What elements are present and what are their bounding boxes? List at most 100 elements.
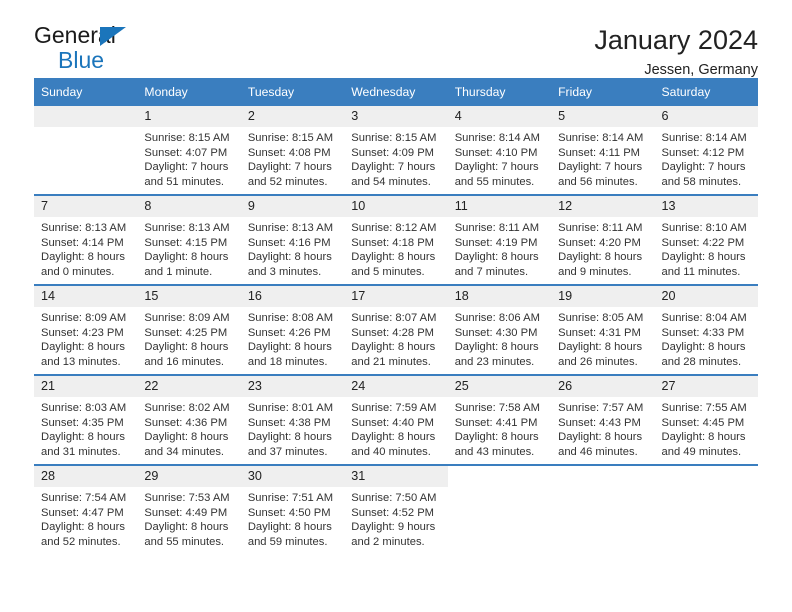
day-number: 5 — [551, 106, 655, 127]
daylight-text-line1: Daylight: 8 hours — [661, 251, 746, 264]
sunset-text: Sunset: 4:50 PM — [247, 506, 331, 519]
daylight-text-line1: Daylight: 8 hours — [454, 251, 539, 264]
day-cell[interactable]: 4 Sunrise: 8:14 AM Sunset: 4:10 PM Dayli… — [447, 106, 552, 195]
day-cell[interactable]: 19 Sunrise: 8:05 AM Sunset: 4:31 PM Dayl… — [551, 284, 655, 375]
day-details: Sunrise: 7:55 AM Sunset: 4:45 PM Dayligh… — [655, 397, 758, 459]
daylight-text-line2: and 16 minutes. — [144, 355, 225, 368]
day-number: 22 — [137, 376, 241, 397]
day-cell[interactable]: 6 Sunrise: 8:14 AM Sunset: 4:12 PM Dayli… — [654, 106, 758, 195]
day-details: Sunrise: 8:10 AM Sunset: 4:22 PM Dayligh… — [655, 217, 758, 279]
day-number: 26 — [551, 376, 655, 397]
daylight-text-line2: and 37 minutes. — [247, 445, 328, 458]
day-number: 11 — [447, 196, 552, 217]
day-number: 15 — [137, 286, 241, 307]
day-number: 24 — [344, 376, 448, 397]
day-cell[interactable]: 24 Sunrise: 7:59 AM Sunset: 4:40 PM Dayl… — [344, 374, 448, 465]
day-details: Sunrise: 8:08 AM Sunset: 4:26 PM Dayligh… — [241, 307, 344, 369]
daylight-text-line1: Daylight: 8 hours — [351, 341, 436, 354]
logo-triangle-icon — [100, 27, 126, 46]
sunrise-text: Sunrise: 8:02 AM — [144, 402, 230, 414]
sunrise-text: Sunrise: 8:11 AM — [558, 222, 643, 234]
daylight-text-line1: Daylight: 8 hours — [558, 251, 643, 264]
day-cell[interactable]: 3 Sunrise: 8:15 AM Sunset: 4:09 PM Dayli… — [344, 106, 448, 195]
daylight-text-line1: Daylight: 8 hours — [558, 431, 643, 444]
day-cell[interactable]: 23 Sunrise: 8:01 AM Sunset: 4:38 PM Dayl… — [240, 374, 345, 465]
sunrise-text: Sunrise: 7:55 AM — [661, 402, 747, 414]
daylight-text-line1: Daylight: 7 hours — [247, 161, 332, 174]
day-details: Sunrise: 8:01 AM Sunset: 4:38 PM Dayligh… — [241, 397, 344, 459]
day-details: Sunrise: 8:02 AM Sunset: 4:36 PM Dayligh… — [137, 397, 240, 459]
calendar-week-row: 1 Sunrise: 8:15 AM Sunset: 4:07 PM Dayli… — [34, 106, 758, 195]
day-cell[interactable]: 28 Sunrise: 7:54 AM Sunset: 4:47 PM Dayl… — [34, 464, 138, 554]
day-cell[interactable]: 20 Sunrise: 8:04 AM Sunset: 4:33 PM Dayl… — [654, 284, 758, 375]
day-cell[interactable]: 10 Sunrise: 8:12 AM Sunset: 4:18 PM Dayl… — [344, 194, 448, 285]
sunrise-text: Sunrise: 8:04 AM — [661, 312, 747, 324]
daylight-text-line1: Daylight: 8 hours — [144, 341, 229, 354]
daylight-text-line2: and 40 minutes. — [351, 445, 431, 458]
day-number: 1 — [137, 106, 241, 127]
day-cell[interactable]: 9 Sunrise: 8:13 AM Sunset: 4:16 PM Dayli… — [240, 194, 345, 285]
general-blue-logo[interactable]: General Blue — [34, 24, 144, 72]
day-cell[interactable]: 7 Sunrise: 8:13 AM Sunset: 4:14 PM Dayli… — [34, 194, 138, 285]
day-cell[interactable]: 5 Sunrise: 8:14 AM Sunset: 4:11 PM Dayli… — [551, 106, 655, 195]
sunset-text: Sunset: 4:38 PM — [247, 416, 331, 429]
day-number — [34, 106, 138, 127]
logo-text-blue: Blue — [58, 47, 105, 73]
day-details: Sunrise: 7:54 AM Sunset: 4:47 PM Dayligh… — [34, 487, 137, 549]
day-cell[interactable]: 1 Sunrise: 8:15 AM Sunset: 4:07 PM Dayli… — [137, 106, 241, 195]
sunset-text: Sunset: 4:16 PM — [247, 236, 331, 249]
sunset-text: Sunset: 4:25 PM — [144, 326, 228, 339]
day-cell[interactable]: 27 Sunrise: 7:55 AM Sunset: 4:45 PM Dayl… — [654, 374, 758, 465]
sunset-text: Sunset: 4:43 PM — [558, 416, 641, 429]
daylight-text-line1: Daylight: 8 hours — [41, 251, 125, 264]
day-cell[interactable] — [34, 106, 138, 195]
sunset-text: Sunset: 4:07 PM — [144, 146, 228, 159]
daylight-text-line2: and 1 minute. — [144, 265, 213, 278]
day-cell[interactable]: 18 Sunrise: 8:06 AM Sunset: 4:30 PM Dayl… — [447, 284, 552, 375]
day-cell[interactable]: 12 Sunrise: 8:11 AM Sunset: 4:20 PM Dayl… — [551, 194, 655, 285]
sunset-text: Sunset: 4:15 PM — [144, 236, 228, 249]
daylight-text-line1: Daylight: 8 hours — [661, 341, 746, 354]
day-details: Sunrise: 8:04 AM Sunset: 4:33 PM Dayligh… — [655, 307, 758, 369]
sunset-text: Sunset: 4:31 PM — [558, 326, 641, 339]
page-title: January 2024 — [594, 25, 758, 55]
day-cell[interactable]: 30 Sunrise: 7:51 AM Sunset: 4:50 PM Dayl… — [240, 464, 345, 554]
daylight-text-line1: Daylight: 8 hours — [351, 251, 436, 264]
daylight-text-line2: and 46 minutes. — [558, 445, 638, 458]
day-cell[interactable]: 31 Sunrise: 7:50 AM Sunset: 4:52 PM Dayl… — [344, 464, 448, 554]
sunset-text: Sunset: 4:18 PM — [351, 236, 434, 249]
day-cell[interactable]: 29 Sunrise: 7:53 AM Sunset: 4:49 PM Dayl… — [137, 464, 241, 554]
day-cell[interactable]: 8 Sunrise: 8:13 AM Sunset: 4:15 PM Dayli… — [137, 194, 241, 285]
sunrise-text: Sunrise: 8:01 AM — [247, 402, 334, 414]
sunset-text: Sunset: 4:52 PM — [351, 506, 434, 519]
day-cell[interactable]: 21 Sunrise: 8:03 AM Sunset: 4:35 PM Dayl… — [34, 374, 138, 465]
sunset-text: Sunset: 4:30 PM — [454, 326, 538, 339]
sunset-text: Sunset: 4:12 PM — [661, 146, 745, 159]
day-cell[interactable]: 26 Sunrise: 7:57 AM Sunset: 4:43 PM Dayl… — [551, 374, 655, 465]
sunset-text: Sunset: 4:28 PM — [351, 326, 434, 339]
sunrise-text: Sunrise: 8:13 AM — [144, 222, 230, 234]
day-cell[interactable]: 13 Sunrise: 8:10 AM Sunset: 4:22 PM Dayl… — [654, 194, 758, 285]
weekday-header-wednesday: Wednesday — [344, 78, 448, 106]
day-number: 20 — [654, 286, 758, 307]
day-cell[interactable]: 17 Sunrise: 8:07 AM Sunset: 4:28 PM Dayl… — [344, 284, 448, 375]
day-cell[interactable]: 16 Sunrise: 8:08 AM Sunset: 4:26 PM Dayl… — [240, 284, 345, 375]
daylight-text-line2: and 58 minutes. — [661, 175, 742, 188]
day-cell[interactable]: 2 Sunrise: 8:15 AM Sunset: 4:08 PM Dayli… — [240, 106, 345, 195]
day-cell[interactable]: 11 Sunrise: 8:11 AM Sunset: 4:19 PM Dayl… — [447, 194, 552, 285]
day-number: 23 — [240, 376, 345, 397]
day-cell[interactable]: 25 Sunrise: 7:58 AM Sunset: 4:41 PM Dayl… — [447, 374, 552, 465]
sunrise-text: Sunrise: 7:57 AM — [558, 402, 644, 414]
weekday-header-monday: Monday — [137, 78, 241, 106]
day-cell[interactable]: 14 Sunrise: 8:09 AM Sunset: 4:23 PM Dayl… — [34, 284, 138, 375]
day-cell[interactable]: 22 Sunrise: 8:02 AM Sunset: 4:36 PM Dayl… — [137, 374, 241, 465]
day-number: 3 — [344, 106, 448, 127]
day-details: Sunrise: 8:03 AM Sunset: 4:35 PM Dayligh… — [34, 397, 137, 459]
day-number: 4 — [447, 106, 552, 127]
day-number: 8 — [137, 196, 241, 217]
day-cell[interactable]: 15 Sunrise: 8:09 AM Sunset: 4:25 PM Dayl… — [137, 284, 241, 375]
day-details: Sunrise: 7:59 AM Sunset: 4:40 PM Dayligh… — [344, 397, 447, 459]
sunrise-text: Sunrise: 8:12 AM — [351, 222, 437, 234]
day-number: 9 — [240, 196, 345, 217]
calendar-week-row: 7 Sunrise: 8:13 AM Sunset: 4:14 PM Dayli… — [34, 194, 758, 285]
